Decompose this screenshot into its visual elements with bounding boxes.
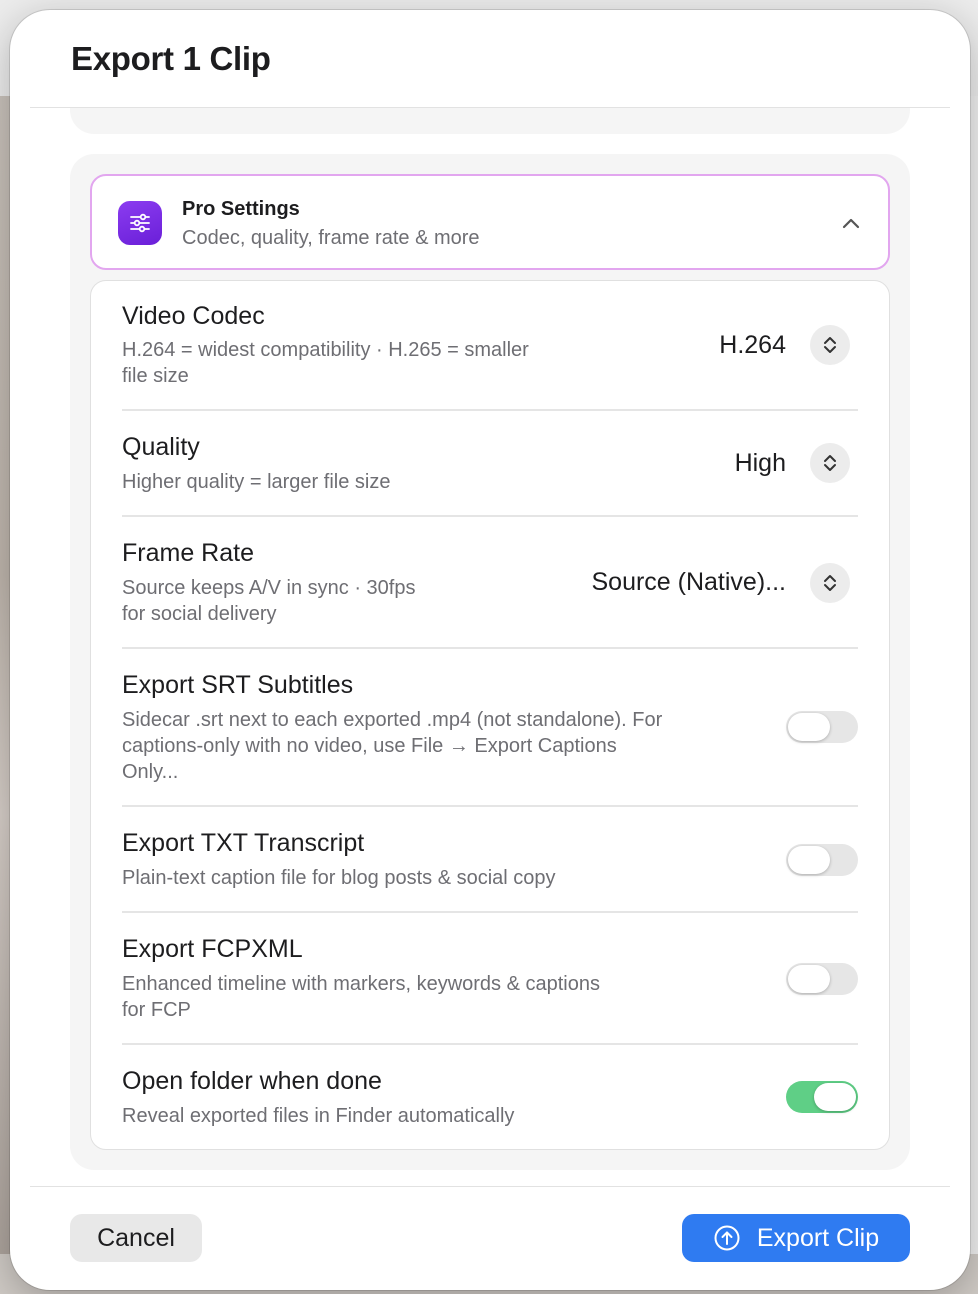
chevron-up-icon: [842, 218, 860, 229]
export-fcpxml-row: Export FCPXML Enhanced timeline with mar…: [122, 913, 858, 1045]
pro-settings-disclosure[interactable]: Pro Settings Codec, quality, frame rate …: [90, 174, 890, 270]
quality-title: Quality: [122, 433, 200, 461]
toggle-knob: [788, 846, 830, 874]
frame-rate-value[interactable]: Source (Native)...: [591, 568, 786, 597]
up-down-chevron-icon: [824, 575, 836, 591]
export-srt-description-line: Sidecar .srt next to each exported .mp4 …: [122, 709, 663, 731]
upload-circle-icon: [714, 1225, 740, 1251]
export-dialog: Export 1 Clip Pro Settings Codec, qualit…: [10, 10, 970, 1290]
sliders-icon: [118, 201, 162, 245]
export-txt-toggle[interactable]: [786, 844, 858, 876]
pro-settings-list: Video Codec H.264 = widest compatibility…: [90, 280, 890, 1150]
video-codec-value[interactable]: H.264: [719, 331, 786, 360]
quality-description: Higher quality = larger file size: [122, 471, 391, 493]
frame-rate-description: Source keeps A/V in sync · 30fps for soc…: [122, 575, 416, 627]
frame-rate-description-line: Source keeps A/V in sync · 30fps: [122, 577, 416, 599]
toggle-knob: [814, 1083, 856, 1111]
open-folder-description: Reveal exported files in Finder automati…: [122, 1105, 515, 1127]
frame-rate-stepper[interactable]: [810, 563, 850, 603]
export-clip-label: Export Clip: [756, 1223, 880, 1252]
export-clip-button[interactable]: Export Clip: [682, 1214, 910, 1262]
export-fcpxml-description-line: for FCP: [122, 999, 191, 1021]
export-txt-row: Export TXT Transcript Plain-text caption…: [122, 807, 858, 913]
export-srt-toggle[interactable]: [786, 711, 858, 743]
export-srt-title: Export SRT Subtitles: [122, 671, 354, 699]
export-fcpxml-title: Export FCPXML: [122, 935, 303, 963]
export-fcpxml-description: Enhanced timeline with markers, keywords…: [122, 971, 600, 1023]
pro-settings-title: Pro Settings: [182, 198, 300, 220]
pro-settings-section: Pro Settings Codec, quality, frame rate …: [70, 154, 910, 1170]
export-srt-description: Sidecar .srt next to each exported .mp4 …: [122, 707, 662, 785]
dialog-title: Export 1 Clip: [71, 40, 271, 77]
toggle-knob: [788, 965, 830, 993]
footer-divider: [30, 1186, 950, 1187]
export-srt-row: Export SRT Subtitles Sidecar .srt next t…: [122, 649, 858, 807]
video-codec-description-line: H.264 = widest compatibility · H.265 = s…: [122, 339, 529, 361]
frame-rate-title: Frame Rate: [122, 539, 254, 567]
previous-section-card: [70, 108, 910, 134]
export-txt-description: Plain-text caption file for blog posts &…: [122, 867, 556, 889]
quality-stepper[interactable]: [810, 443, 850, 483]
video-codec-title: Video Codec: [122, 302, 265, 330]
open-folder-title: Open folder when done: [122, 1067, 382, 1095]
export-srt-description-line: Only...: [122, 761, 179, 783]
up-down-chevron-icon: [824, 337, 836, 353]
frame-rate-row: Frame Rate Source keeps A/V in sync · 30…: [122, 517, 858, 649]
pro-settings-subtitle: Codec, quality, frame rate & more: [182, 227, 480, 249]
export-txt-title: Export TXT Transcript: [122, 829, 365, 857]
cancel-button[interactable]: Cancel: [70, 1214, 202, 1262]
video-codec-stepper[interactable]: [810, 325, 850, 365]
export-fcpxml-toggle[interactable]: [786, 963, 858, 995]
toggle-knob: [788, 713, 830, 741]
export-srt-description-line: captions-only with no video, use File → …: [122, 735, 617, 757]
export-fcpxml-description-line: Enhanced timeline with markers, keywords…: [122, 973, 600, 995]
quality-value[interactable]: High: [735, 449, 786, 478]
open-folder-toggle[interactable]: [786, 1081, 858, 1113]
quality-row: Quality Higher quality = larger file siz…: [122, 411, 858, 517]
frame-rate-description-line: for social delivery: [122, 603, 277, 625]
open-folder-row: Open folder when done Reveal exported fi…: [122, 1045, 858, 1151]
video-codec-row: Video Codec H.264 = widest compatibility…: [122, 281, 858, 411]
up-down-chevron-icon: [824, 455, 836, 471]
video-codec-description: H.264 = widest compatibility · H.265 = s…: [122, 337, 529, 389]
video-codec-description-line: file size: [122, 365, 189, 387]
